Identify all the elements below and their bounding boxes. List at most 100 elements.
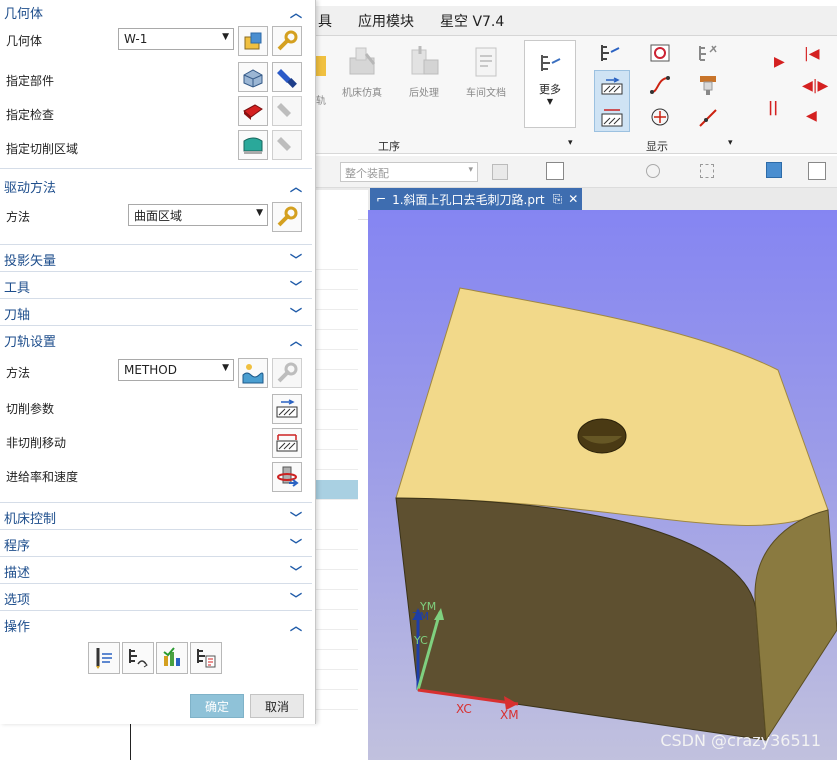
more-button[interactable]: 更多 ▼: [524, 40, 576, 128]
shop-doc-button[interactable]: 车间文档: [466, 44, 506, 99]
flashlight-icon: [277, 69, 297, 88]
list-item-selected[interactable]: [316, 480, 358, 500]
list-item[interactable]: [316, 550, 358, 570]
edit-drive-button[interactable]: [272, 202, 302, 232]
menu-tools[interactable]: 具: [318, 11, 332, 31]
geometry-select[interactable]: W-1 ▼: [118, 28, 234, 50]
replay-button[interactable]: [122, 642, 154, 674]
chevron-down-icon: ﹀: [289, 510, 302, 525]
new-method-icon: [242, 364, 264, 384]
display-verify-icon[interactable]: [648, 42, 672, 64]
list-item[interactable]: [316, 390, 358, 410]
section-projection-header[interactable]: 投影矢量 ﹀: [0, 247, 312, 271]
vector-icon[interactable]: [696, 106, 720, 128]
graphics-viewport[interactable]: YM ZM YC XC XM CSDN @crazy36511: [368, 210, 837, 760]
cube-icon[interactable]: [766, 162, 782, 178]
machine-sim-button[interactable]: 机床仿真: [342, 44, 382, 99]
section-actions-header[interactable]: 操作 ︿: [0, 613, 312, 637]
chevron-down-icon: ▼: [222, 32, 229, 42]
section-tool-axis-header[interactable]: 刀轴 ﹀: [0, 301, 312, 325]
section-program-header[interactable]: 程序 ﹀: [0, 532, 312, 556]
list-item[interactable]: [316, 430, 358, 450]
point-icon[interactable]: [648, 106, 672, 128]
menu-xingkong[interactable]: 星空 V7.4: [440, 11, 504, 31]
section-tool-header[interactable]: 工具 ﹀: [0, 274, 312, 298]
section-description-header[interactable]: 描述 ﹀: [0, 559, 312, 583]
select-filter-icon[interactable]: [546, 162, 564, 180]
list-item[interactable]: [316, 570, 358, 590]
list-item[interactable]: [316, 510, 358, 530]
section-path-settings-header[interactable]: 刀轨设置 ︿: [0, 328, 312, 352]
list-item[interactable]: [316, 250, 358, 270]
play-icon[interactable]: ▶: [774, 54, 785, 70]
part-icon: [243, 69, 263, 88]
list-toolpath-button[interactable]: [190, 642, 222, 674]
display-part-button[interactable]: [272, 62, 302, 92]
machine-sim-icon: [349, 47, 376, 75]
list-item[interactable]: [316, 610, 358, 630]
tool-holder-icon[interactable]: [696, 74, 720, 96]
tab-document[interactable]: ⌐ 1.斜面上孔口去毛刺刀路.prt ⎘ ✕: [370, 188, 582, 210]
cancel-button[interactable]: 取消: [250, 694, 304, 718]
edit-method-button[interactable]: [272, 358, 302, 388]
tool-display-icon[interactable]: [696, 42, 720, 64]
group-expand-icon[interactable]: ▾: [568, 138, 573, 148]
box-select-icon[interactable]: [700, 164, 714, 178]
list-item[interactable]: [316, 530, 358, 550]
list-item[interactable]: [316, 350, 358, 370]
snap-icon[interactable]: [492, 164, 508, 180]
wrench-icon: [277, 206, 298, 227]
ok-button[interactable]: 确定: [190, 694, 244, 718]
display-expand-icon[interactable]: ▾: [728, 138, 733, 148]
list-item[interactable]: [316, 630, 358, 650]
axis-label-yc: YC: [414, 634, 428, 647]
list-item[interactable]: [316, 370, 358, 390]
feeds-speeds-button[interactable]: [272, 462, 302, 492]
new-geometry-button[interactable]: [238, 26, 268, 56]
specify-cut-area-button[interactable]: [238, 130, 268, 160]
display-cut-area-button[interactable]: [272, 130, 302, 160]
specify-part-button[interactable]: [238, 62, 268, 92]
list-item[interactable]: [316, 590, 358, 610]
display-check-button[interactable]: [272, 96, 302, 126]
tab-pin-icon[interactable]: ⎘: [553, 192, 563, 207]
curve-icon[interactable]: [648, 74, 672, 96]
operation-navigator[interactable]: [316, 210, 358, 760]
new-method-button[interactable]: [238, 358, 268, 388]
list-item[interactable]: [316, 290, 358, 310]
edit-geometry-button[interactable]: [272, 26, 302, 56]
pause-icon[interactable]: ||: [768, 100, 778, 116]
non-cut-button[interactable]: [272, 428, 302, 458]
list-item[interactable]: [316, 690, 358, 710]
post-process-button[interactable]: 后处理: [406, 44, 442, 99]
assembly-select[interactable]: 整个装配 ▾: [340, 162, 478, 182]
drive-method-select[interactable]: 曲面区域 ▼: [128, 204, 268, 226]
list-item[interactable]: [316, 270, 358, 290]
list-item[interactable]: [316, 450, 358, 470]
cut-params-button[interactable]: [272, 394, 302, 424]
ribbon-menu-bar: 具 应用模块 星空 V7.4: [316, 6, 837, 36]
menu-applications[interactable]: 应用模块: [358, 11, 414, 31]
list-item[interactable]: [316, 650, 358, 670]
list-item[interactable]: [316, 410, 358, 430]
specify-check-button[interactable]: [238, 96, 268, 126]
cut-area-icon: [243, 137, 263, 154]
generate-button[interactable]: [88, 642, 120, 674]
section-machine-control-header[interactable]: 机床控制 ﹀: [0, 505, 312, 529]
step-back-icon[interactable]: |◀: [804, 46, 819, 62]
close-icon[interactable]: ✕: [568, 192, 578, 206]
reverse-icon[interactable]: ◀: [806, 108, 817, 124]
section-drive-header[interactable]: 驱动方法 ︿: [0, 174, 312, 198]
path-list-icon[interactable]: [598, 42, 622, 64]
step-icon[interactable]: ◀|▶: [802, 78, 828, 94]
section-geometry-header[interactable]: 几何体 ︿: [0, 0, 312, 24]
ribbon-toolpath-button[interactable]: 轨: [316, 56, 326, 107]
path-method-select[interactable]: METHOD ▼: [118, 359, 234, 381]
verify-button[interactable]: [156, 642, 188, 674]
list-item[interactable]: [316, 670, 358, 690]
section-options-header[interactable]: 选项 ﹀: [0, 586, 312, 610]
point-snap-icon[interactable]: [646, 164, 660, 178]
fit-view-icon[interactable]: [808, 162, 826, 180]
list-item[interactable]: [316, 310, 358, 330]
list-item[interactable]: [316, 330, 358, 350]
